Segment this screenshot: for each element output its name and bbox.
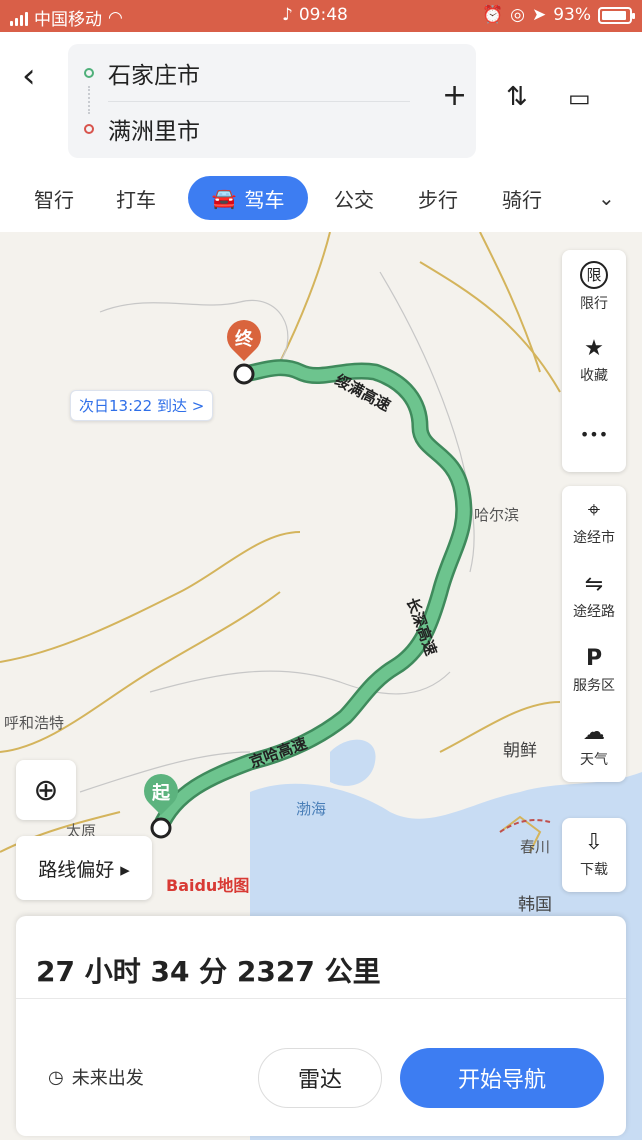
origin-node <box>150 817 172 839</box>
bay-area <box>330 739 376 786</box>
city-label: 哈尔滨 <box>474 506 520 524</box>
destination-dot-icon <box>84 124 94 134</box>
map-tools-top: 限 限行 ★ 收藏 ••• <box>562 250 626 472</box>
via-roads-label: 途经路 <box>573 604 615 620</box>
weather-button[interactable]: ☁ 天气 <box>562 708 626 782</box>
route-preference-button[interactable]: 路线偏好 ▸ <box>16 836 152 900</box>
region-line <box>149 670 451 695</box>
border-line <box>439 701 561 753</box>
border-line <box>419 261 561 393</box>
chevron-left-icon: ‹ <box>22 56 36 96</box>
restriction-label: 限行 <box>580 296 608 312</box>
tab-smart[interactable]: 智行 <box>34 184 74 213</box>
city-label: 呼和浩特 <box>4 714 65 732</box>
map-tools-mid: ⌖ 途经市 ⇋ 途经路 P 服务区 ☁ 天气 <box>562 486 626 782</box>
origin-pin-label: 起 <box>152 783 170 804</box>
future-departure-button[interactable]: ◷ 未来出发 <box>48 1064 144 1090</box>
locate-me-button[interactable]: ⊕ <box>16 760 76 820</box>
via-roads-button[interactable]: ⇋ 途经路 <box>562 560 626 634</box>
tab-bike[interactable]: 骑行 <box>502 184 542 213</box>
map-pin-icon: ⌖ <box>587 498 601 523</box>
destination-label: 满洲里市 <box>108 119 200 145</box>
traffic-restriction-button[interactable]: 限 限行 <box>562 250 626 324</box>
status-bar: 中国移动 ◠ ♪ 09:48 ⏰ ◎ ➤ 93% <box>0 0 642 32</box>
route-duration-distance: 27 小时 34 分 2327 公里 <box>36 955 381 988</box>
travel-mode-tabs: 智行 打车 🚘 驾车 公交 步行 骑行 ⌄ <box>0 176 642 222</box>
restriction-icon: 限 <box>580 261 608 289</box>
star-icon: ★ <box>584 336 604 361</box>
destination-pin: 终 <box>219 312 269 364</box>
radar-button[interactable]: 雷达 <box>258 1048 382 1108</box>
favorite-label: 收藏 <box>580 368 608 384</box>
plus-icon: + <box>442 78 468 113</box>
back-button[interactable]: ‹ <box>22 56 52 96</box>
clock-icon: ◷ <box>48 1066 64 1088</box>
tab-drive-label: 驾车 <box>244 187 285 212</box>
sea-label: 渤海 <box>296 800 327 818</box>
voice-assistant-button[interactable]: ▭ <box>568 84 591 112</box>
origin-pin: 起 <box>136 766 186 818</box>
weather-label: 天气 <box>580 752 608 768</box>
swap-icon: ⇅ <box>506 82 528 112</box>
card-divider <box>16 998 626 999</box>
chevron-down-icon: ⌄ <box>598 186 615 210</box>
route-input-box: 石家庄市 满洲里市 <box>68 44 476 158</box>
location-icon: ➤ <box>531 5 547 25</box>
robot-icon: ▭ <box>568 84 591 112</box>
cloud-icon: ☁ <box>583 720 605 745</box>
parking-icon: P <box>585 646 603 671</box>
baidu-map-logo: Baidu地图 <box>166 876 250 895</box>
service-area-label: 服务区 <box>573 678 615 694</box>
origin-dot-icon <box>84 68 94 78</box>
map-tools-bottom: ⇩ 下载 <box>562 818 626 892</box>
crosshair-icon: ⊕ <box>33 772 59 808</box>
battery-icon <box>598 6 635 24</box>
wifi-icon: ◠ <box>108 7 123 28</box>
start-navigation-button[interactable]: 开始导航 <box>400 1048 604 1108</box>
future-departure-label: 未来出发 <box>71 1068 144 1089</box>
origin-field[interactable]: 石家庄市 <box>84 50 200 96</box>
via-cities-label: 途经市 <box>573 530 615 546</box>
swap-route-button[interactable]: ⇅ <box>506 82 528 112</box>
tab-walk[interactable]: 步行 <box>418 184 458 213</box>
destination-field[interactable]: 满洲里市 <box>84 106 200 152</box>
signal-icon <box>10 10 28 26</box>
origin-label: 石家庄市 <box>108 63 200 89</box>
alarm-icon: ⏰ <box>481 5 504 25</box>
mic-icon: ♪ <box>282 5 293 25</box>
country-label: 韩国 <box>518 895 552 915</box>
border-line <box>0 531 301 663</box>
add-waypoint-button[interactable]: + <box>442 78 467 113</box>
more-dots-icon: ••• <box>579 425 609 444</box>
country-label: 朝鲜 <box>503 741 537 761</box>
clock: 09:48 <box>298 5 348 25</box>
tab-taxi[interactable]: 打车 <box>116 184 156 213</box>
destination-pin-label: 终 <box>235 329 253 350</box>
via-cities-button[interactable]: ⌖ 途经市 <box>562 486 626 560</box>
city-label: 春川 <box>520 838 551 856</box>
route-header: ‹ 石家庄市 满洲里市 + ⇅ ▭ 智行 打车 🚘 驾车 公交 步行 骑行 ⌄ <box>0 32 642 232</box>
tab-transit[interactable]: 公交 <box>334 184 374 213</box>
download-button[interactable]: ⇩ 下载 <box>562 818 626 892</box>
tab-drive[interactable]: 🚘 驾车 <box>188 176 308 220</box>
route-icon: ⇋ <box>584 572 604 597</box>
car-icon: 🚘 <box>211 186 237 210</box>
destination-node <box>233 363 255 385</box>
orientation-lock-icon: ◎ <box>510 5 525 25</box>
more-modes-button[interactable]: ⌄ <box>598 186 615 210</box>
battery-percent: 93% <box>553 5 591 25</box>
route-divider <box>108 101 410 102</box>
route-summary-card: 27 小时 34 分 2327 公里 ◷ 未来出发 雷达 开始导航 <box>16 916 626 1136</box>
download-label: 下载 <box>580 862 608 878</box>
more-button[interactable]: ••• <box>562 398 626 472</box>
arrival-time-bubble[interactable]: 次日13:22 到达 > <box>70 390 214 421</box>
service-area-button[interactable]: P 服务区 <box>562 634 626 708</box>
carrier-label: 中国移动 <box>34 10 102 30</box>
download-icon: ⇩ <box>584 830 604 855</box>
favorite-button[interactable]: ★ 收藏 <box>562 324 626 398</box>
